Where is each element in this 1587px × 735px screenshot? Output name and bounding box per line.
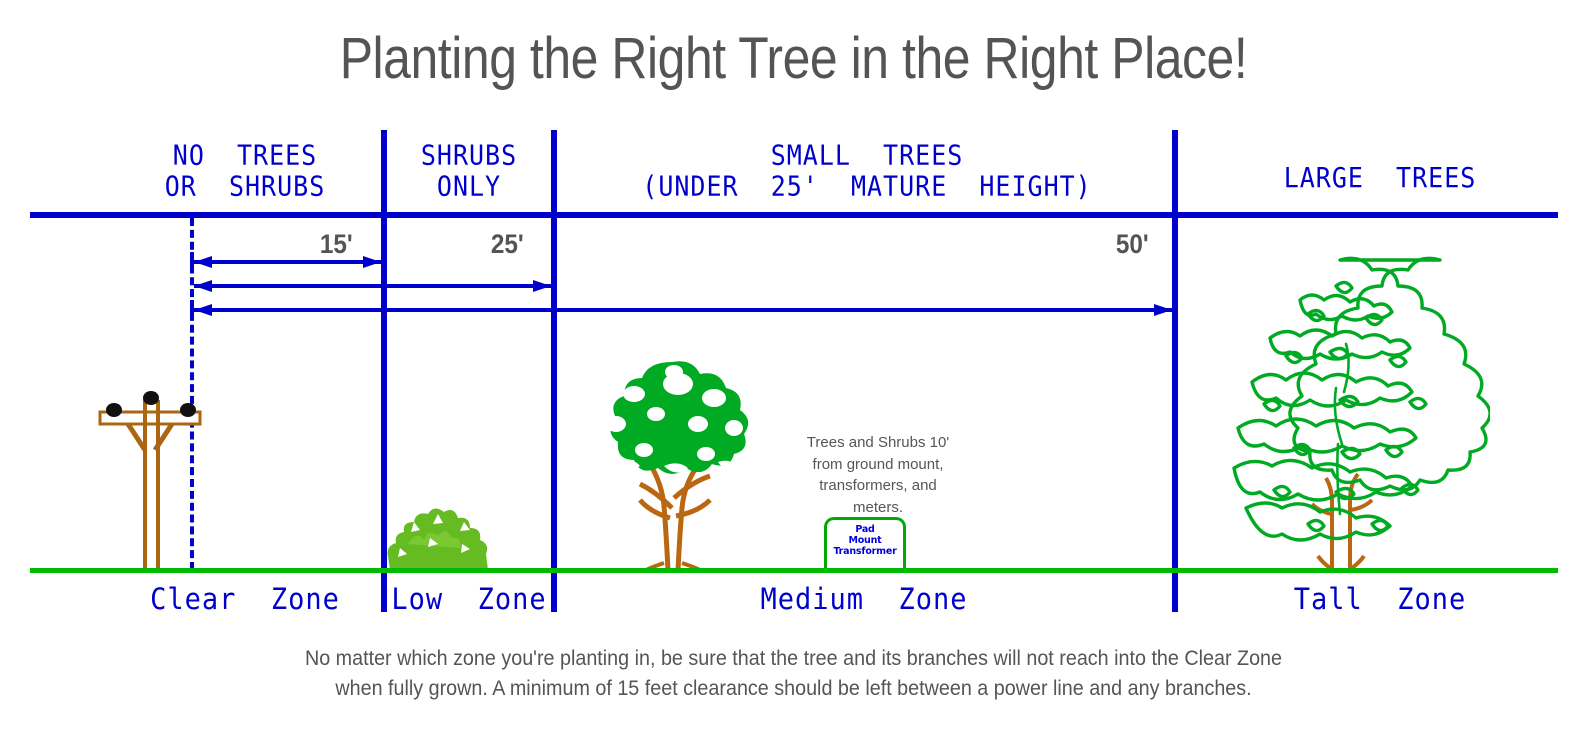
dimension-arrow-15ft — [190, 252, 381, 272]
footnote-text: No matter which zone you're planting in,… — [304, 647, 1283, 700]
ground-line — [30, 568, 1558, 573]
large-tree-illustration — [1232, 256, 1490, 572]
pad-mount-transformer-label: Pad Mount Transformer — [833, 524, 897, 557]
page-title: Planting the Right Tree in the Right Pla… — [339, 26, 1248, 91]
medium-tree-trunk — [638, 462, 712, 570]
insulator — [106, 403, 122, 417]
transformer-note: Trees and Shrubs 10' from ground mount, … — [806, 434, 950, 516]
zone-header-large-trees: LARGE TREES — [1283, 161, 1477, 194]
zone-header-no-trees-or-shrubs: NO TREES OR SHRUBS — [164, 138, 326, 203]
insulator — [143, 391, 159, 405]
large-tree-canopy-outline — [1232, 256, 1490, 542]
zone-header-small-trees: SMALL TREES (UNDER 25' MATURE HEIGHT) — [642, 138, 1092, 203]
utility-pole-illustration — [98, 391, 202, 570]
zone-label-tall-zone: Tall Zone — [1293, 582, 1467, 617]
zone-label-low-zone: Low Zone — [391, 582, 547, 617]
dimension-arrow-25ft — [194, 280, 551, 292]
zone-divider-medium-tall — [1172, 130, 1178, 612]
zone-header-shrubs-only: SHRUBS ONLY — [420, 138, 518, 203]
zone-label-medium-zone: Medium Zone — [760, 582, 968, 617]
infographic-canvas: Planting the Right Tree in the Right Pla… — [0, 0, 1587, 735]
shrub-illustration — [387, 508, 488, 570]
dimension-arrow-50ft — [190, 300, 1172, 320]
zone-divider-low-medium — [551, 130, 557, 612]
pad-mount-transformer: Pad Mount Transformer — [824, 517, 906, 571]
dimension-arrows — [190, 252, 1172, 320]
insulator — [180, 403, 196, 417]
medium-tree-illustration — [586, 361, 758, 570]
zone-label-clear-zone: Clear Zone — [150, 582, 340, 617]
top-rule — [30, 212, 1558, 218]
